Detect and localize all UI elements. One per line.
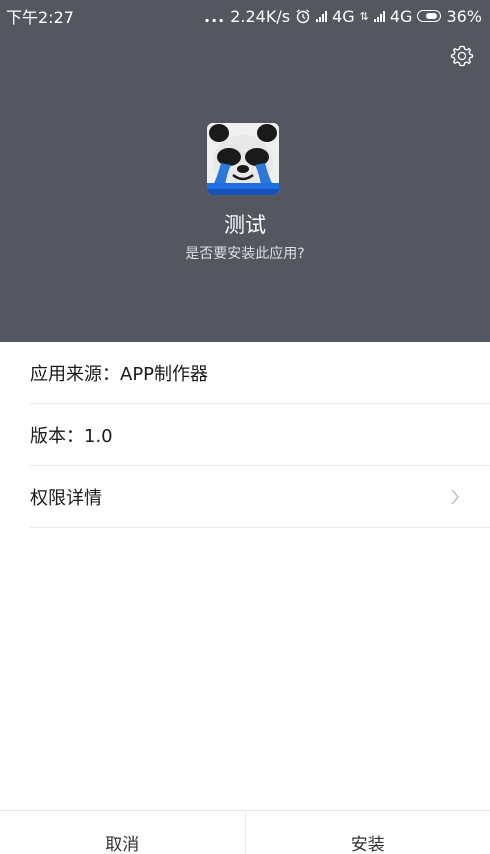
signal-icon [373, 10, 385, 22]
gear-icon[interactable] [450, 44, 474, 68]
alarm-icon [296, 9, 310, 24]
network-type-1: 4G [332, 6, 355, 26]
app-source-label: 应用来源：APP制作器 [30, 363, 209, 385]
version-row: 版本：1.0 [30, 404, 490, 466]
network-type-2: 4G [389, 6, 413, 26]
version-label: 版本：1.0 [30, 425, 113, 447]
app-name: 测试 [224, 213, 266, 237]
battery-icon [417, 10, 442, 22]
signal-icon [316, 10, 328, 22]
notification-dots: ... [203, 6, 226, 26]
status-indicators: ... 2.24K/s 4G ⇅ 4G 36% [204, 7, 482, 26]
data-arrows-icon: ⇅ [359, 9, 369, 23]
action-bar: 取消 安装 [0, 810, 490, 854]
cancel-button[interactable]: 取消 [0, 811, 245, 854]
battery-percent: 36% [446, 6, 482, 26]
permission-details-row[interactable]: 权限详情 [30, 466, 490, 528]
install-button[interactable]: 安装 [244, 811, 490, 854]
app-source-row: 应用来源：APP制作器 [30, 342, 490, 404]
status-time: 下午2:27 [6, 8, 74, 27]
network-speed: 2.24K/s [230, 6, 291, 26]
chevron-right-icon [451, 489, 459, 505]
panda-meme-icon [207, 123, 279, 195]
app-icon [207, 123, 279, 195]
install-question: 是否要安装此应用? [185, 246, 305, 262]
permission-details-label: 权限详情 [30, 487, 102, 509]
app-install-header: 下午2:27 ... 2.24K/s 4G ⇅ 4G 36% 测试 是否要安装此… [0, 0, 490, 342]
status-bar: 下午2:27 ... 2.24K/s 4G ⇅ 4G 36% [0, 0, 490, 32]
